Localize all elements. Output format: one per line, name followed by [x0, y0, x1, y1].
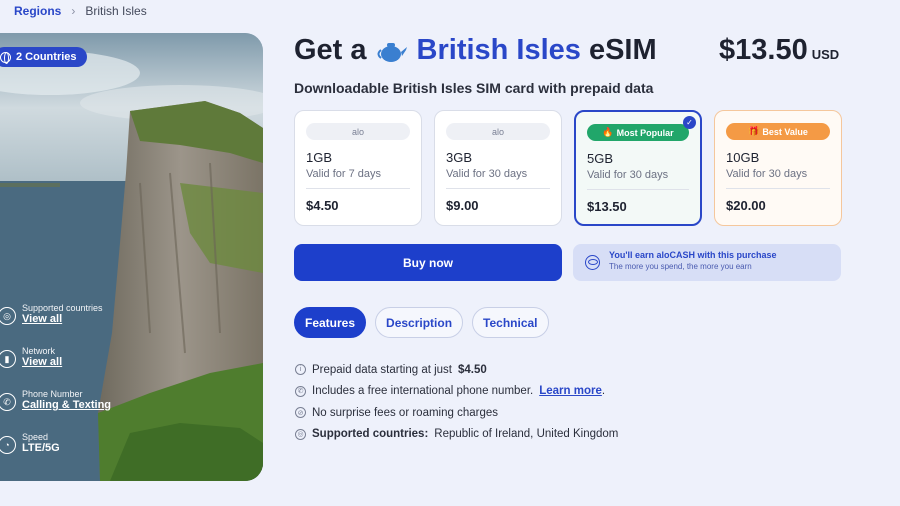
globe-icon: ◎ [295, 428, 306, 440]
tab-technical[interactable]: Technical [472, 307, 549, 338]
globe-icon [0, 51, 11, 64]
plan-validity: Valid for 30 days [587, 169, 669, 181]
plan-size: 1GB [306, 150, 333, 165]
plan-brand-tag: alo [306, 123, 410, 140]
phone-icon: ✆ [0, 393, 16, 411]
feature-prepaid-text: Prepaid data starting at just [312, 363, 452, 376]
info-tabs: Features Description Technical [294, 307, 549, 338]
breadcrumb: Regions › British Isles [14, 4, 147, 18]
feature-fees-text: No surprise fees or roaming charges [312, 406, 498, 419]
plan-card-3gb[interactable]: alo 3GB Valid for 30 days $9.00 [434, 110, 562, 226]
network-info: ▮ Network View all [0, 346, 62, 368]
best-value-badge: 🎁 Best Value [726, 123, 830, 140]
breadcrumb-current: British Isles [85, 4, 147, 18]
gift-icon: 🎁 [748, 126, 760, 136]
title-highlight: British Isles [416, 34, 581, 66]
page-title: Get a British Isles eSIM [294, 34, 657, 67]
feature-phone-end: . [601, 385, 606, 398]
tab-description[interactable]: Description [375, 307, 464, 338]
price-value: $13.50 [719, 34, 808, 66]
plan-validity: Valid for 30 days [726, 168, 808, 180]
title-prefix: Get a [294, 34, 367, 66]
plan-card-5gb[interactable]: ✓ 🔥 Most Popular 5GB Valid for 30 days $1… [574, 110, 702, 226]
speed-info: ◔ Speed LTE/5G [0, 432, 60, 454]
best-value-label: Best Value [762, 126, 808, 137]
page-subtitle: Downloadable British Isles SIM card with… [294, 80, 654, 96]
plan-price: $20.00 [726, 198, 766, 213]
divider [446, 188, 550, 189]
supported-countries-value: Republic of Ireland, United Kingdom [434, 428, 619, 441]
countries-badge[interactable]: 2 Countries [0, 47, 87, 67]
feature-phone-text: Includes a free international phone numb… [312, 385, 534, 398]
learn-more-link[interactable]: Learn more [539, 385, 602, 397]
supported-countries-caption: Supported countries [22, 303, 103, 313]
feature-supported-countries: ◎ Supported countries: Republic of Irela… [295, 424, 618, 446]
network-caption: Network [22, 346, 56, 356]
feature-prepaid: i Prepaid data starting at just $4.50 [295, 359, 618, 381]
alocash-earn-banner: You'll earn aloCASH with this purchase T… [573, 244, 841, 281]
feature-prepaid-value: $4.50 [458, 363, 487, 376]
phone-number-caption: Phone Number [22, 389, 83, 399]
tab-features[interactable]: Features [294, 307, 367, 338]
plan-price: $4.50 [306, 198, 339, 213]
flame-icon: 🔥 [602, 127, 614, 137]
plan-validity: Valid for 30 days [446, 168, 528, 180]
plan-brand-tag: alo [446, 123, 550, 140]
plan-size: 10GB [726, 150, 760, 165]
supported-countries-info: ◎ Supported countries View all [0, 303, 103, 325]
calling-texting-link[interactable]: Calling & Texting [22, 399, 111, 411]
network-view-all-link[interactable]: View all [22, 356, 62, 368]
plan-size: 5GB [587, 151, 614, 166]
globe-icon: ◎ [0, 307, 16, 325]
breadcrumb-regions-link[interactable]: Regions [14, 4, 61, 18]
supported-countries-label: Supported countries: [312, 428, 429, 441]
feature-phone-number: ✆ Includes a free international phone nu… [295, 381, 618, 403]
price-currency: USD [811, 47, 840, 62]
most-popular-label: Most Popular [616, 127, 674, 138]
plan-validity: Valid for 7 days [306, 168, 382, 180]
hero-image-card: 2 Countries ◎ Supported countries View a… [0, 33, 263, 481]
info-icon: i [295, 364, 306, 376]
speedometer-icon: ◔ [0, 436, 16, 454]
phone-icon: ✆ [295, 385, 306, 397]
product-price: $13.50 USD [719, 34, 839, 67]
coastal-cliff-image [0, 33, 263, 481]
teapot-icon [377, 42, 407, 62]
plan-price: $13.50 [587, 199, 627, 214]
checkmark-icon: ✓ [683, 116, 696, 129]
supported-countries-view-all-link[interactable]: View all [22, 313, 103, 325]
feature-no-fees: ⊘ No surprise fees or roaming charges [295, 402, 618, 424]
plan-options: alo 1GB Valid for 7 days $4.50 alo 3GB V… [294, 110, 842, 226]
features-list: i Prepaid data starting at just $4.50 ✆ … [295, 359, 618, 445]
title-suffix: eSIM [588, 34, 657, 66]
phone-number-info: ✆ Phone Number Calling & Texting [0, 389, 111, 411]
speed-value: LTE/5G [22, 442, 60, 454]
plan-card-10gb[interactable]: 🎁 Best Value 10GB Valid for 30 days $20.0… [714, 110, 842, 226]
plan-price: $9.00 [446, 198, 479, 213]
earn-title: You'll earn aloCASH with this purchase [609, 250, 777, 260]
divider [726, 188, 830, 189]
buy-now-button[interactable]: Buy now [294, 244, 562, 281]
no-fees-icon: ⊘ [295, 407, 306, 419]
divider [587, 189, 689, 190]
earn-subtitle: The more you spend, the more you earn [609, 262, 752, 271]
divider [306, 188, 410, 189]
coins-icon [585, 255, 600, 270]
plan-card-1gb[interactable]: alo 1GB Valid for 7 days $4.50 [294, 110, 422, 226]
speed-caption: Speed [22, 432, 49, 442]
countries-badge-label: 2 Countries [16, 51, 77, 63]
most-popular-badge: 🔥 Most Popular [587, 124, 689, 141]
signal-bars-icon: ▮ [0, 350, 16, 368]
chevron-right-icon: › [71, 4, 76, 18]
plan-size: 3GB [446, 150, 473, 165]
